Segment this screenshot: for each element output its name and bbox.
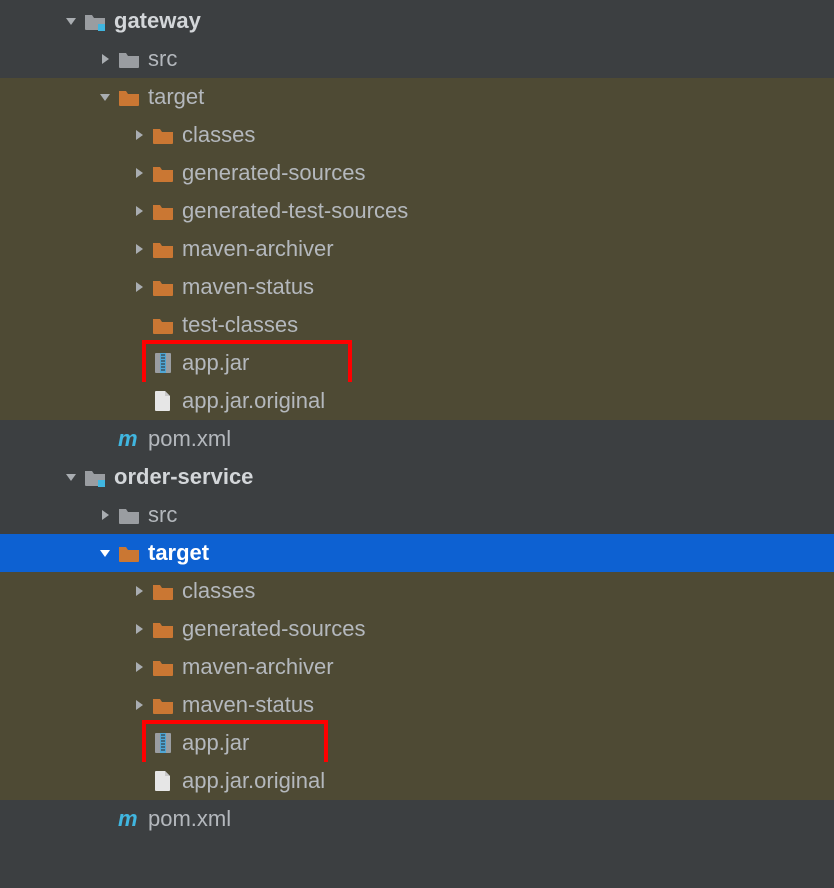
folder-icon xyxy=(116,49,142,69)
tree-label: pom.xml xyxy=(148,420,231,458)
chevron-right-icon[interactable] xyxy=(94,52,116,66)
tree-label: app.jar.original xyxy=(182,382,325,420)
tree-node-src[interactable]: src xyxy=(0,40,834,78)
folder-orange-icon xyxy=(116,543,142,563)
tree-label: generated-sources xyxy=(182,154,365,192)
file-icon xyxy=(150,770,176,792)
chevron-right-icon[interactable] xyxy=(128,584,150,598)
chevron-right-icon[interactable] xyxy=(128,204,150,218)
tree-label: src xyxy=(148,496,177,534)
tree-node-maven-archiver[interactable]: maven-archiver xyxy=(0,648,834,686)
tree-node-generated-sources[interactable]: generated-sources xyxy=(0,610,834,648)
tree-node-pom-xml[interactable]: m pom.xml xyxy=(0,420,834,458)
tree-node-app-jar-original[interactable]: app.jar.original xyxy=(0,382,834,420)
chevron-down-icon[interactable] xyxy=(60,14,82,28)
tree-node-pom-xml[interactable]: m pom.xml xyxy=(0,800,834,838)
tree-label: generated-test-sources xyxy=(182,192,408,230)
archive-icon xyxy=(150,352,176,374)
maven-icon: m xyxy=(116,808,142,830)
folder-orange-icon xyxy=(150,695,176,715)
tree-node-app-jar[interactable]: app.jar xyxy=(0,724,834,762)
tree-label: test-classes xyxy=(182,306,298,344)
tree-label: pom.xml xyxy=(148,800,231,838)
tree-label: maven-archiver xyxy=(182,230,334,268)
tree-label: app.jar xyxy=(182,344,249,382)
tree-node-src[interactable]: src xyxy=(0,496,834,534)
folder-orange-icon xyxy=(150,657,176,677)
module-folder-icon xyxy=(82,467,108,487)
chevron-down-icon[interactable] xyxy=(94,546,116,560)
chevron-down-icon[interactable] xyxy=(60,470,82,484)
folder-orange-icon xyxy=(150,619,176,639)
tree-node-maven-status[interactable]: maven-status xyxy=(0,268,834,306)
chevron-right-icon[interactable] xyxy=(128,622,150,636)
folder-orange-icon xyxy=(150,163,176,183)
file-icon xyxy=(150,390,176,412)
folder-orange-icon xyxy=(150,581,176,601)
tree-node-generated-sources[interactable]: generated-sources xyxy=(0,154,834,192)
tree-node-test-classes[interactable]: test-classes xyxy=(0,306,834,344)
tree-node-classes[interactable]: classes xyxy=(0,116,834,154)
archive-icon xyxy=(150,732,176,754)
tree-node-app-jar[interactable]: app.jar xyxy=(0,344,834,382)
tree-label: maven-status xyxy=(182,268,314,306)
tree-node-maven-status[interactable]: maven-status xyxy=(0,686,834,724)
tree-label: classes xyxy=(182,116,255,154)
chevron-down-icon[interactable] xyxy=(94,90,116,104)
tree-node-generated-test-sources[interactable]: generated-test-sources xyxy=(0,192,834,230)
tree-label: order-service xyxy=(114,458,253,496)
chevron-right-icon[interactable] xyxy=(128,660,150,674)
tree-node-order-service[interactable]: order-service xyxy=(0,458,834,496)
svg-text:m: m xyxy=(118,808,138,830)
svg-text:m: m xyxy=(118,428,138,450)
tree-node-target[interactable]: target xyxy=(0,78,834,116)
folder-orange-icon xyxy=(116,87,142,107)
tree-node-classes[interactable]: classes xyxy=(0,572,834,610)
tree-node-maven-archiver[interactable]: maven-archiver xyxy=(0,230,834,268)
tree-node-app-jar-original[interactable]: app.jar.original xyxy=(0,762,834,800)
folder-orange-icon xyxy=(150,125,176,145)
chevron-right-icon[interactable] xyxy=(128,242,150,256)
tree-node-gateway[interactable]: gateway xyxy=(0,2,834,40)
tree-label: app.jar.original xyxy=(182,762,325,800)
tree-label: maven-status xyxy=(182,686,314,724)
maven-icon: m xyxy=(116,428,142,450)
module-folder-icon xyxy=(82,11,108,31)
tree-label: target xyxy=(148,78,204,116)
tree-label: maven-archiver xyxy=(182,648,334,686)
tree-label: target xyxy=(148,534,209,572)
tree-label: gateway xyxy=(114,2,201,40)
tree-node-target[interactable]: target xyxy=(0,534,834,572)
tree-label: app.jar xyxy=(182,724,249,762)
chevron-right-icon[interactable] xyxy=(128,166,150,180)
tree-label: generated-sources xyxy=(182,610,365,648)
chevron-right-icon[interactable] xyxy=(128,128,150,142)
folder-orange-icon xyxy=(150,201,176,221)
tree-label: classes xyxy=(182,572,255,610)
chevron-right-icon[interactable] xyxy=(94,508,116,522)
tree-label: src xyxy=(148,40,177,78)
folder-orange-icon xyxy=(150,277,176,297)
folder-orange-icon xyxy=(150,315,176,335)
folder-orange-icon xyxy=(150,239,176,259)
chevron-right-icon[interactable] xyxy=(128,698,150,712)
folder-icon xyxy=(116,505,142,525)
chevron-right-icon[interactable] xyxy=(128,280,150,294)
project-tree: gateway src target xyxy=(0,0,834,838)
